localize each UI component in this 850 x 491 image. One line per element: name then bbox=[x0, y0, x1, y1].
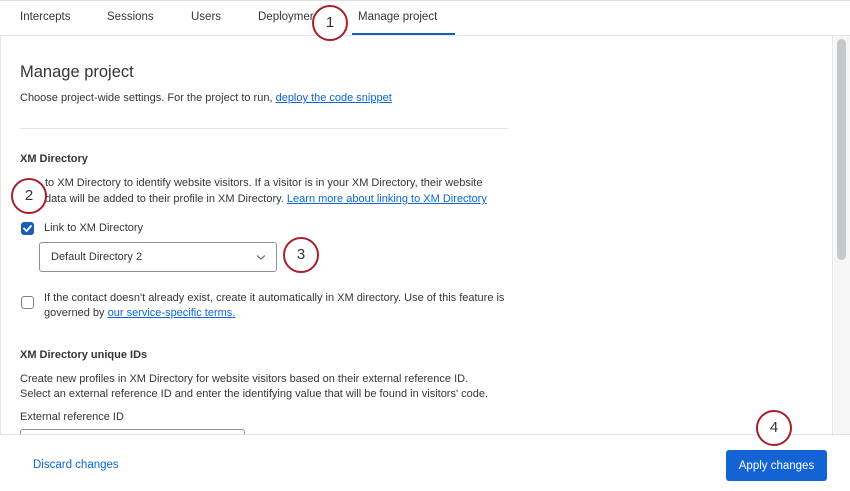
learn-more-xm-directory-link[interactable]: Learn more about linking to XM Directory bbox=[287, 193, 487, 205]
auto-create-description-line1: If the contact doesn't already exist, cr… bbox=[44, 292, 505, 304]
scrollbar-thumb[interactable] bbox=[837, 39, 846, 260]
action-footer: Discard changes Apply changes bbox=[0, 434, 850, 491]
callout-4: 4 bbox=[756, 410, 792, 446]
settings-scroll-area[interactable]: Manage project Choose project-wide setti… bbox=[0, 36, 850, 434]
top-border bbox=[0, 0, 850, 1]
deploy-code-snippet-link[interactable]: deploy the code snippet bbox=[276, 92, 392, 104]
tab-intercepts[interactable]: Intercepts bbox=[20, 11, 71, 23]
section-divider bbox=[20, 128, 508, 129]
xm-directory-description-line1: to XM Directory to identify website visi… bbox=[45, 177, 483, 189]
auto-create-description-text: governed by bbox=[44, 307, 108, 319]
auto-create-description-line2: governed by our service-specific terms. bbox=[44, 306, 235, 321]
checkmark-icon bbox=[23, 225, 32, 232]
external-reference-id-label: External reference ID bbox=[20, 411, 124, 423]
tab-deployment[interactable]: Deploymer bbox=[258, 11, 314, 23]
unique-ids-heading: XM Directory unique IDs bbox=[20, 349, 148, 361]
service-specific-terms-link[interactable]: our service-specific terms. bbox=[108, 307, 236, 319]
unique-ids-description-line1: Create new profiles in XM Directory for … bbox=[20, 373, 469, 385]
directory-select-value: Default Directory 2 bbox=[51, 251, 143, 263]
callout-2: 2 bbox=[11, 178, 47, 214]
tab-bar: Intercepts Sessions Users Deploymer Mana… bbox=[0, 0, 850, 36]
apply-changes-button[interactable]: Apply changes bbox=[726, 450, 827, 481]
callout-3: 3 bbox=[283, 237, 319, 273]
chevron-down-icon bbox=[256, 255, 266, 260]
auto-create-contact-checkbox[interactable] bbox=[21, 296, 34, 309]
tab-sessions[interactable]: Sessions bbox=[107, 11, 154, 23]
page-description: Choose project-wide settings. For the pr… bbox=[20, 91, 392, 106]
tab-users[interactable]: Users bbox=[191, 11, 221, 23]
unique-ids-description-line2: Select an external reference ID and ente… bbox=[20, 388, 489, 400]
tab-manage-project[interactable]: Manage project bbox=[351, 11, 456, 35]
link-to-xm-directory-checkbox[interactable] bbox=[21, 222, 34, 235]
page-title: Manage project bbox=[20, 63, 134, 81]
xm-directory-description-line2: data will be added to their profile in X… bbox=[45, 192, 487, 207]
link-to-xm-directory-label: Link to XM Directory bbox=[44, 222, 144, 234]
xm-directory-description-text: data will be added to their profile in X… bbox=[45, 193, 287, 205]
settings-panel: Manage project Choose project-wide setti… bbox=[0, 36, 833, 434]
discard-changes-button[interactable]: Discard changes bbox=[33, 459, 119, 471]
directory-select[interactable]: Default Directory 2 bbox=[39, 242, 277, 272]
xm-directory-heading: XM Directory bbox=[20, 153, 88, 165]
callout-1: 1 bbox=[312, 5, 348, 41]
page-description-text: Choose project-wide settings. For the pr… bbox=[20, 92, 276, 104]
